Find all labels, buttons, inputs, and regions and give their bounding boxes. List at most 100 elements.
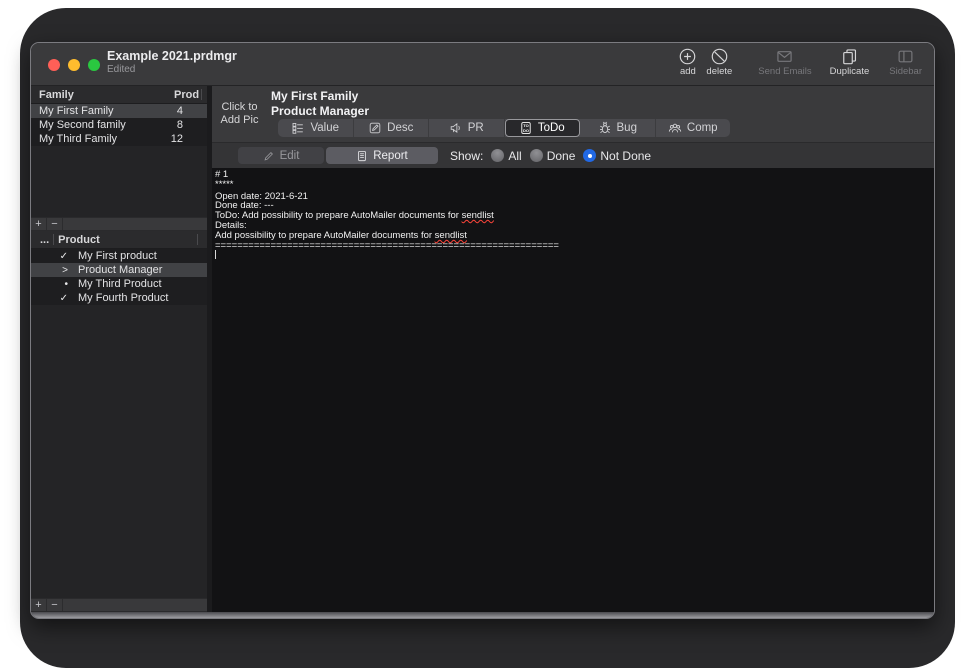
product-status-marker-icon: • xyxy=(39,279,73,290)
family-name: My First Family xyxy=(39,105,114,117)
report-text: ToDo: Add possibility to prepare AutoMai… xyxy=(215,210,462,221)
delete-button-label: delete xyxy=(706,66,732,77)
product-list-empty-area xyxy=(31,305,207,598)
detail-header: Click to Add Pic My First Family Product… xyxy=(212,86,934,168)
product-list: ✓My First product>Product Manager•My Thi… xyxy=(31,249,207,305)
family-list-controls: + − xyxy=(31,217,207,231)
product-row[interactable]: • My Third Product xyxy=(31,277,207,291)
family-table-header[interactable]: Family Prod xyxy=(31,86,207,104)
detail-subheader: Edit Report Show: All xyxy=(212,142,934,168)
tab-pr[interactable]: PR xyxy=(429,119,505,137)
tab-desc-label: Desc xyxy=(387,122,413,134)
radio-done-label: Done xyxy=(547,149,576,163)
report-button[interactable]: Report xyxy=(326,147,438,164)
product-list-controls: + − xyxy=(31,598,207,612)
sidebar-toggle-button[interactable]: Sidebar xyxy=(889,48,922,77)
report-text: ========================================… xyxy=(215,240,559,251)
radio-not-done-label: Not Done xyxy=(600,149,651,163)
tab-bug-label: Bug xyxy=(617,122,637,134)
delete-button[interactable]: delete xyxy=(706,48,732,77)
product-remove-button[interactable]: − xyxy=(47,599,63,611)
traffic-lights xyxy=(48,59,100,71)
misspelled-word: sendlist xyxy=(462,210,494,221)
report-line: Open date: 2021-6-21 xyxy=(215,192,934,202)
product-row[interactable]: ✓My First product xyxy=(31,249,207,263)
todo-report-textarea[interactable]: # 1*****Open date: 2021-6-21Done date: -… xyxy=(212,168,934,612)
main-panel: Click to Add Pic My First Family Product… xyxy=(212,86,934,612)
radio-all-label: All xyxy=(508,149,521,163)
radio-circle-icon[interactable] xyxy=(491,149,504,162)
product-row[interactable]: ✓My Fourth Product xyxy=(31,291,207,305)
value-list-icon xyxy=(291,121,305,135)
product-add-button[interactable]: + xyxy=(31,599,47,611)
report-line xyxy=(215,250,934,261)
family-add-button[interactable]: + xyxy=(31,218,47,230)
tab-comp[interactable]: Comp xyxy=(656,119,731,137)
family-product-count: 4 xyxy=(177,105,199,117)
family-column-header[interactable]: Family xyxy=(31,89,74,101)
edit-button-label: Edit xyxy=(280,150,300,162)
radio-circle-icon[interactable] xyxy=(583,149,596,162)
window-title-block: Example 2021.prdmgr Edited xyxy=(107,49,237,75)
product-name: Product Manager xyxy=(78,264,162,276)
family-row[interactable]: My First Family 4 xyxy=(31,104,207,118)
report-controls: Edit Report Show: All xyxy=(238,147,651,164)
column-divider xyxy=(197,234,198,245)
tab-bug[interactable]: Bug xyxy=(580,119,656,137)
window-title: Example 2021.prdmgr xyxy=(107,49,237,63)
todo-badge-icon: TODO xyxy=(519,121,533,135)
title-bar: Example 2021.prdmgr Edited add delete Se… xyxy=(31,43,934,86)
product-picture-well[interactable]: Click to Add Pic xyxy=(212,86,267,142)
close-window-button[interactable] xyxy=(48,59,60,71)
add-button-label: add xyxy=(680,66,696,77)
product-table-header[interactable]: ... Product xyxy=(31,231,207,249)
product-name: My Third Product xyxy=(78,278,162,290)
status-column-header[interactable]: ... xyxy=(31,234,49,246)
section-tabbar: Value Desc PR TODO ToDo xyxy=(278,119,730,137)
duplicate-pages-icon xyxy=(841,48,858,65)
radio-circle-icon[interactable] xyxy=(530,149,543,162)
megaphone-icon xyxy=(449,121,463,135)
report-line: ToDo: Add possibility to prepare AutoMai… xyxy=(215,211,934,221)
pic-placeholder-line2: Add Pic xyxy=(221,114,259,127)
family-name: My Third Family xyxy=(39,133,117,145)
family-row[interactable]: My Second family8 xyxy=(31,118,207,132)
radio-show-not-done[interactable]: Not Done xyxy=(583,149,651,163)
prod-column-header[interactable]: Prod xyxy=(174,89,199,101)
product-name: My First product xyxy=(78,250,157,262)
report-button-label: Report xyxy=(373,150,408,162)
report-line: ***** xyxy=(215,180,934,190)
column-divider xyxy=(201,89,202,100)
product-status-marker-icon: ✓ xyxy=(39,293,73,304)
product-row[interactable]: >Product Manager xyxy=(31,263,207,277)
report-text: ***** xyxy=(215,179,234,190)
tab-value[interactable]: Value xyxy=(278,119,354,137)
text-caret xyxy=(215,250,216,259)
add-button[interactable]: add xyxy=(679,48,696,77)
send-emails-button[interactable]: Send Emails xyxy=(758,48,811,77)
show-filter-label: Show: xyxy=(450,149,483,163)
tab-desc[interactable]: Desc xyxy=(354,119,430,137)
selection-titles: My First Family Product Manager xyxy=(271,89,369,119)
duplicate-button[interactable]: Duplicate xyxy=(830,48,870,77)
product-column-header[interactable]: Product xyxy=(49,234,100,246)
family-list-empty-area xyxy=(31,146,207,217)
zoom-window-button[interactable] xyxy=(88,59,100,71)
people-group-icon xyxy=(668,121,682,135)
family-row[interactable]: My Third Family12 xyxy=(31,132,207,146)
radio-show-all[interactable]: All xyxy=(491,149,521,163)
compose-pencil-icon xyxy=(368,121,382,135)
tab-pr-label: PR xyxy=(468,122,484,134)
tab-todo[interactable]: TODO ToDo xyxy=(505,119,581,137)
document-icon xyxy=(356,150,368,162)
selected-family-name: My First Family xyxy=(271,89,369,104)
selected-product-name: Product Manager xyxy=(271,104,369,119)
window-bottom-edge xyxy=(31,612,934,618)
edit-button[interactable]: Edit xyxy=(238,147,324,164)
family-remove-button[interactable]: − xyxy=(47,218,63,230)
family-list: My First Family 4My Second family8My Thir… xyxy=(31,104,207,146)
radio-show-done[interactable]: Done xyxy=(530,149,576,163)
minimize-window-button[interactable] xyxy=(68,59,80,71)
pic-placeholder-line1: Click to xyxy=(221,101,257,114)
family-product-count: 8 xyxy=(177,119,199,131)
